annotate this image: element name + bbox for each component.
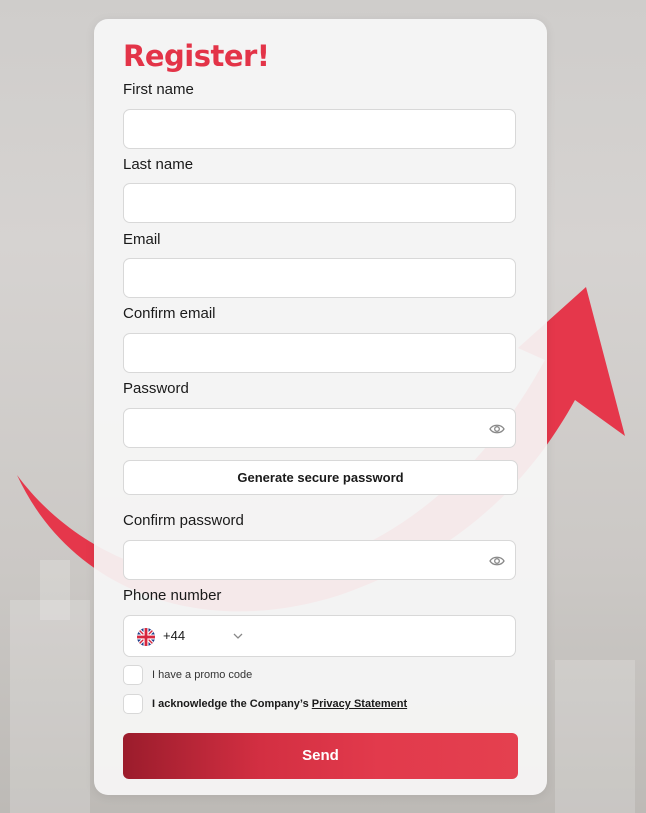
chevron-down-icon[interactable]: [233, 632, 243, 640]
send-button[interactable]: Send: [123, 733, 518, 779]
last-name-input[interactable]: [123, 183, 516, 223]
first-name-label: First name: [123, 81, 194, 98]
confirm-password-input[interactable]: [123, 540, 516, 580]
eye-icon[interactable]: [489, 553, 505, 569]
confirm-email-input[interactable]: [123, 333, 516, 373]
confirm-password-label: Confirm password: [123, 512, 244, 529]
promo-code-checkbox[interactable]: [123, 665, 143, 685]
privacy-ack-checkbox[interactable]: [123, 694, 143, 714]
register-form-card: Register! First name Last name Email Con…: [94, 19, 547, 795]
last-name-label: Last name: [123, 156, 194, 173]
dial-code[interactable]: +44: [163, 628, 185, 643]
promo-code-label: I have a promo code: [152, 669, 253, 681]
privacy-ack-text: I acknowledge the Company’s: [152, 698, 312, 710]
password-label: Password: [123, 380, 189, 397]
privacy-ack-label: I acknowledge the Company’s Privacy Stat…: [152, 698, 407, 710]
password-input[interactable]: [123, 408, 516, 448]
phone-label: Phone number: [123, 587, 222, 604]
eye-icon[interactable]: [489, 421, 505, 437]
form-title: Register!: [123, 39, 270, 73]
generate-password-button[interactable]: Generate secure password: [123, 460, 518, 495]
confirm-email-label: Confirm email: [123, 305, 216, 322]
uk-flag-icon[interactable]: [137, 628, 155, 646]
email-label: Email: [123, 231, 161, 248]
first-name-input[interactable]: [123, 109, 516, 149]
privacy-statement-link[interactable]: Privacy Statement: [312, 698, 407, 710]
phone-input[interactable]: +44: [123, 615, 516, 657]
email-input[interactable]: [123, 258, 516, 298]
